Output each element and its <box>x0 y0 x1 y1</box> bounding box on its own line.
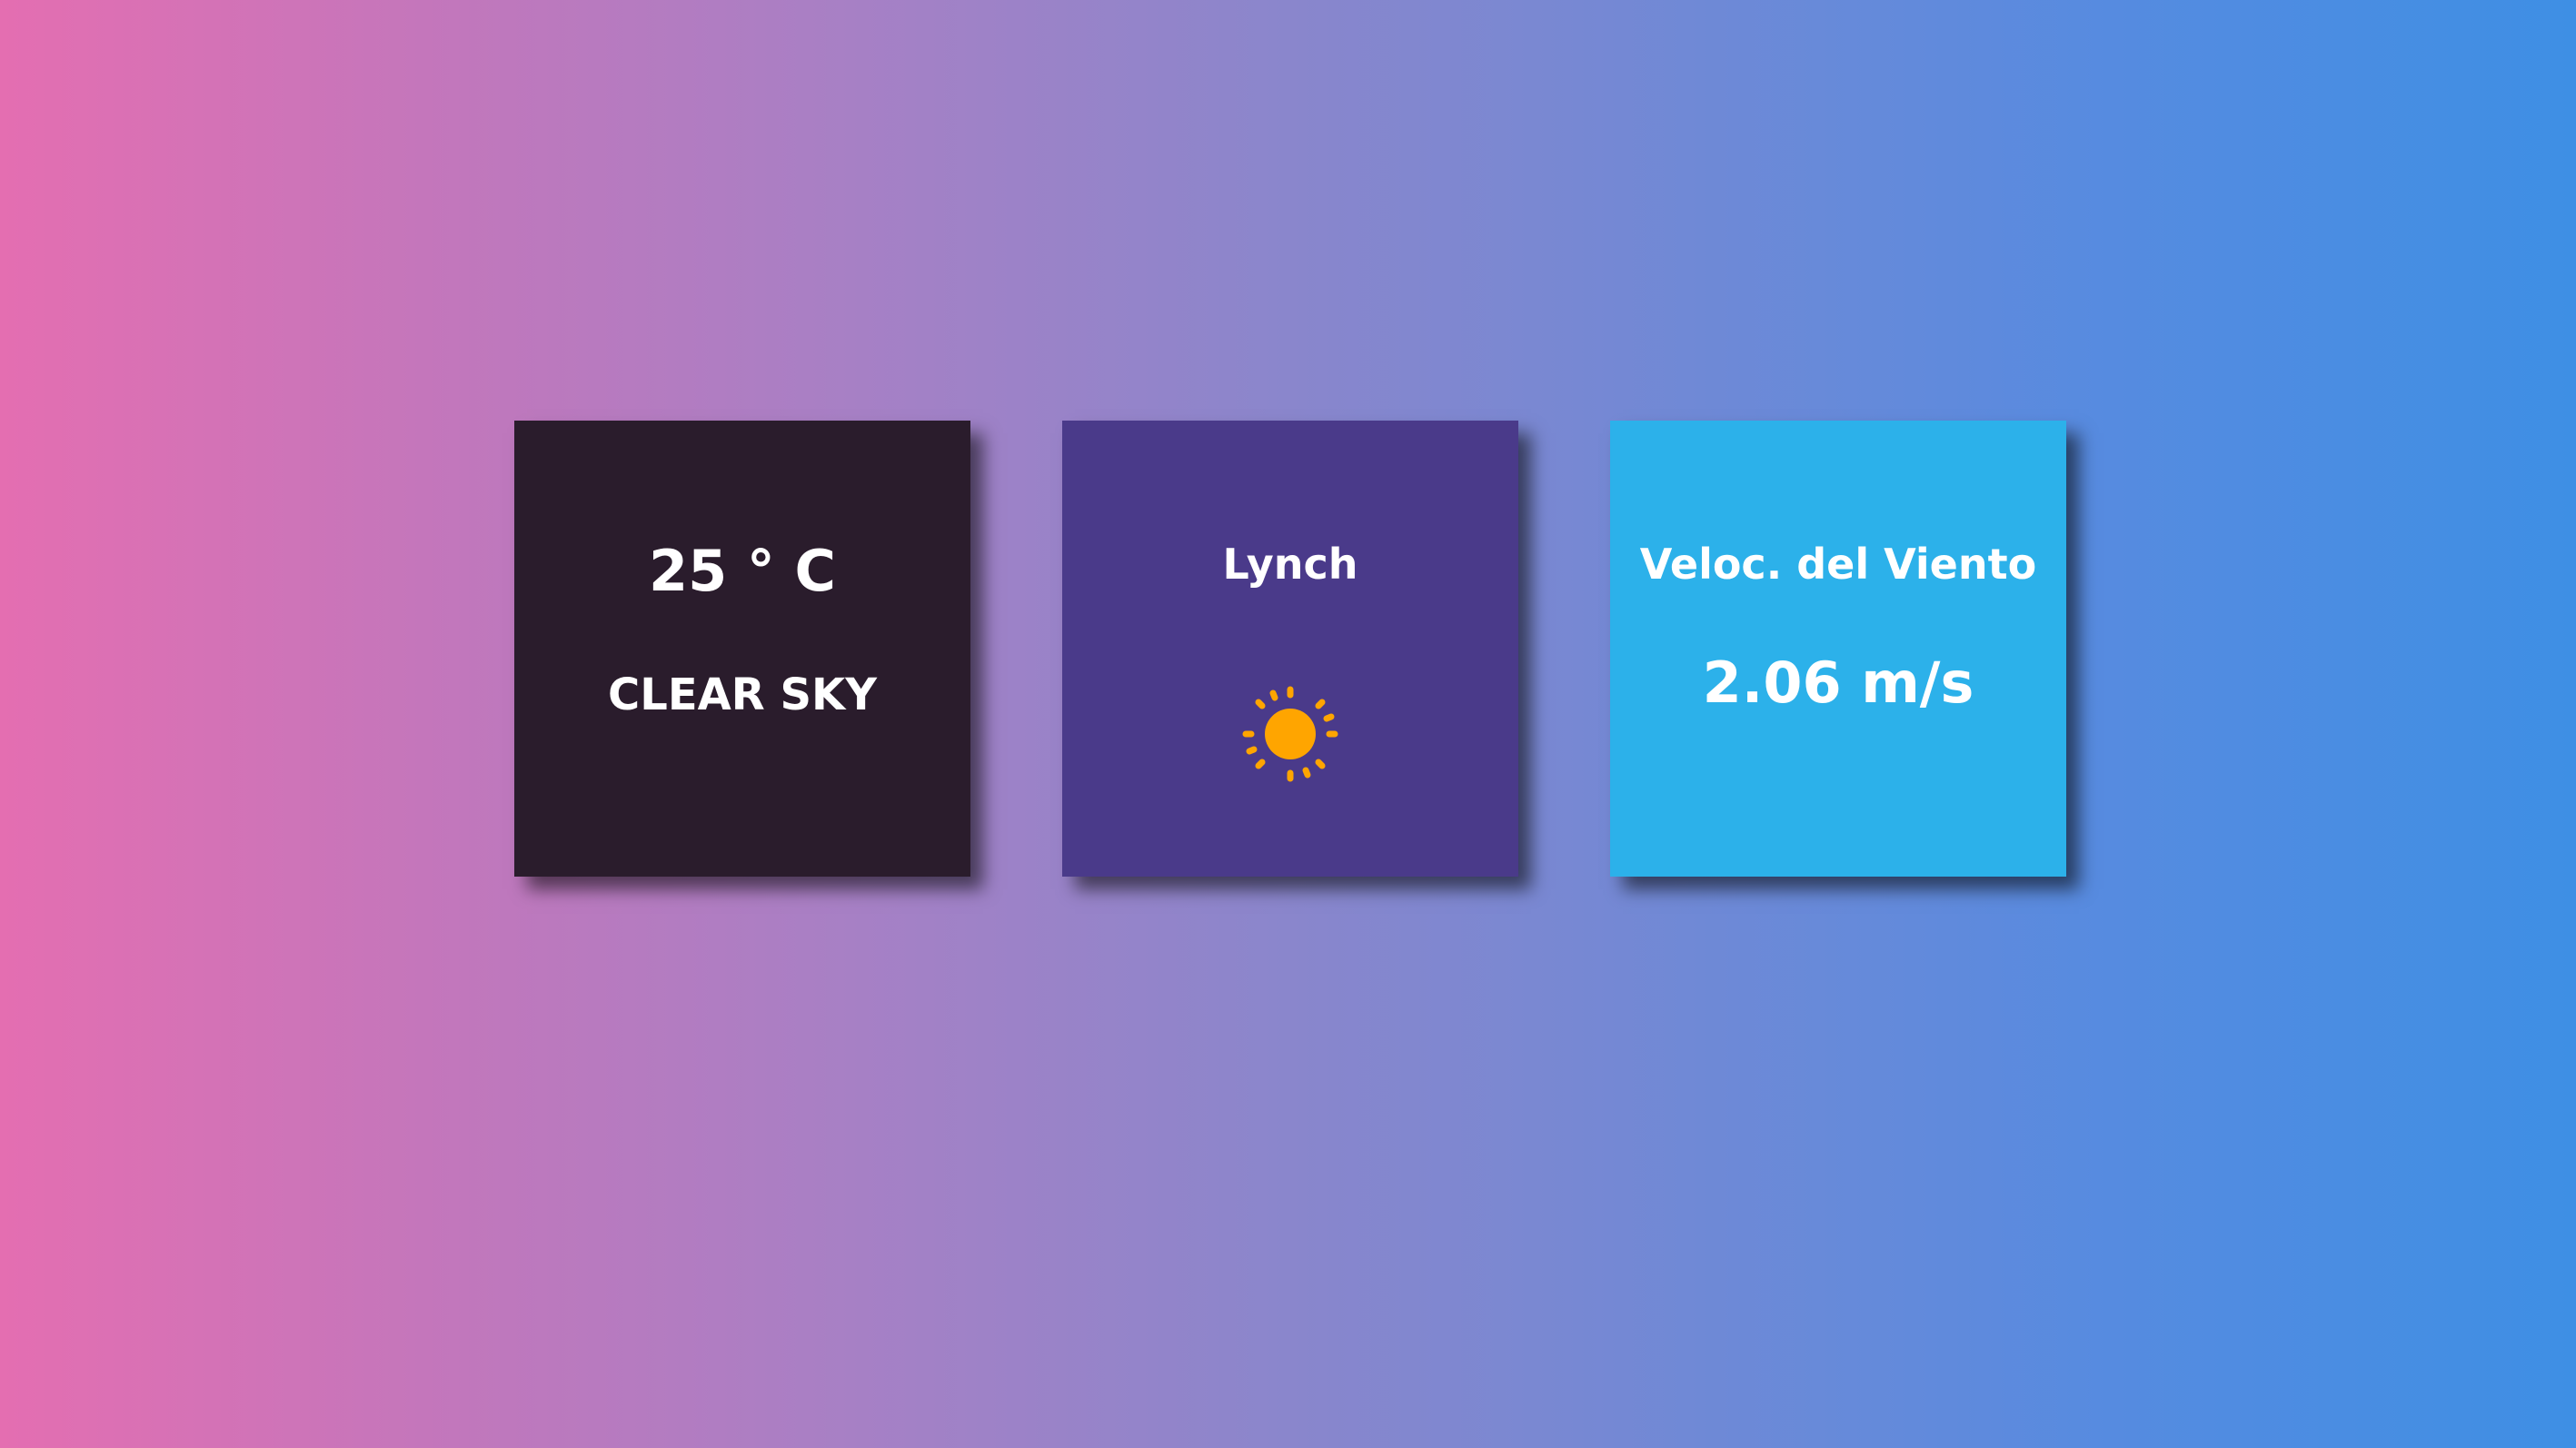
wind-speed-label: Veloc. del Viento <box>1639 540 2037 589</box>
city-card: Lynch <box>1062 421 1518 877</box>
city-name: Lynch <box>1222 540 1358 589</box>
temperature-value: 25 ° C <box>649 538 836 604</box>
sun-icon <box>1242 686 1338 782</box>
wind-speed-value: 2.06 m/s <box>1702 650 1974 716</box>
wind-card: Veloc. del Viento 2.06 m/s <box>1610 421 2066 877</box>
temperature-card: 25 ° C CLEAR SKY <box>514 421 970 877</box>
weather-description: CLEAR SKY <box>608 669 877 720</box>
